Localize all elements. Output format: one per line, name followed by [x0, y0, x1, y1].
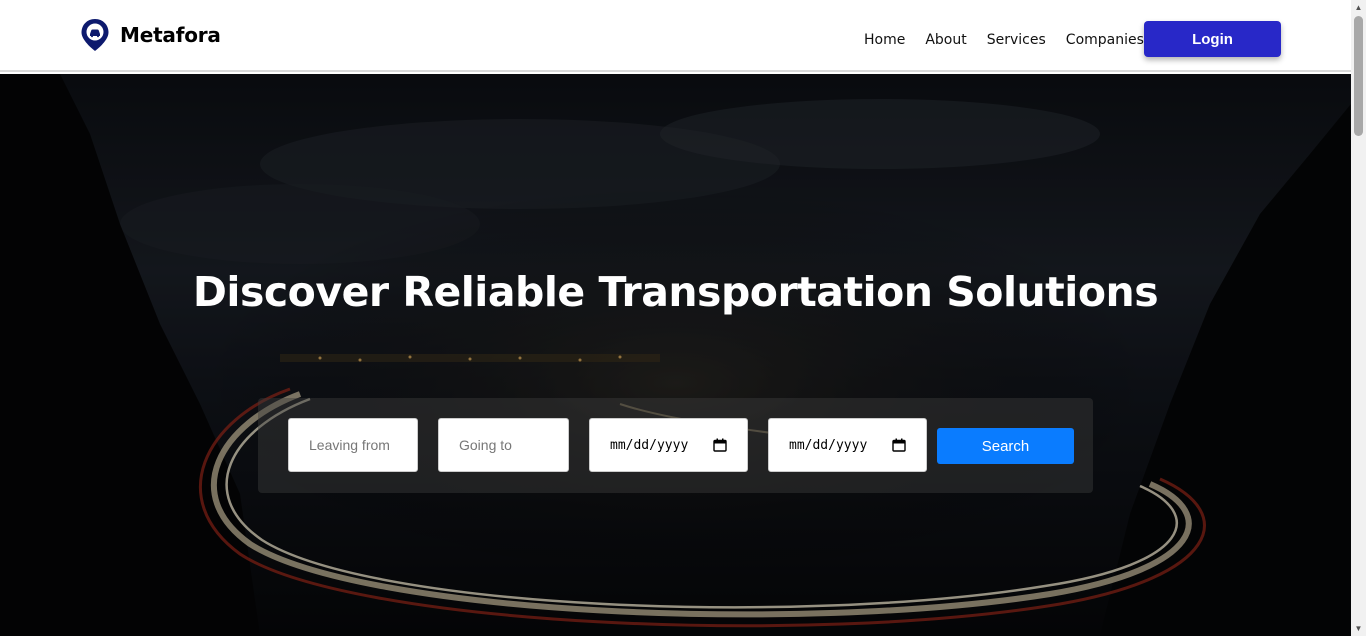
scroll-up-arrow-icon[interactable]: ▲ [1351, 0, 1366, 15]
calendar-icon[interactable] [713, 438, 727, 452]
going-to-input[interactable] [438, 418, 569, 472]
return-date-input[interactable]: mm/dd/yyyy [768, 418, 927, 472]
login-button[interactable]: Login [1144, 21, 1281, 57]
nav-services-link[interactable]: Services [987, 32, 1046, 48]
departure-date-input[interactable]: mm/dd/yyyy [589, 418, 748, 472]
hero-background-image [0, 74, 1351, 636]
leaving-from-input[interactable] [288, 418, 418, 472]
scrollbar-thumb[interactable] [1354, 16, 1363, 136]
hero-section: Discover Reliable Transportation Solutio… [0, 74, 1351, 636]
nav-about-link[interactable]: About [925, 32, 966, 48]
nav-companies-link[interactable]: Companies [1066, 32, 1144, 48]
search-button[interactable]: Search [937, 428, 1074, 464]
page-scrollbar[interactable]: ▲ ▼ [1351, 0, 1366, 636]
return-date-placeholder: mm/dd/yyyy [789, 437, 868, 453]
scroll-down-arrow-icon[interactable]: ▼ [1351, 621, 1366, 636]
brand-logo-link[interactable]: Metafora [80, 18, 221, 52]
main-nav: Home About Services Companies [864, 32, 1164, 48]
site-header: Metafora Home About Services Companies L… [0, 0, 1351, 72]
departure-date-placeholder: mm/dd/yyyy [610, 437, 689, 453]
nav-home-link[interactable]: Home [864, 32, 905, 48]
trip-search-form: mm/dd/yyyy mm/dd/yyyy Search [258, 398, 1093, 493]
brand-name: Metafora [120, 23, 221, 47]
map-pin-car-icon [81, 19, 109, 51]
calendar-icon[interactable] [892, 438, 906, 452]
hero-title: Discover Reliable Transportation Solutio… [192, 268, 1159, 316]
